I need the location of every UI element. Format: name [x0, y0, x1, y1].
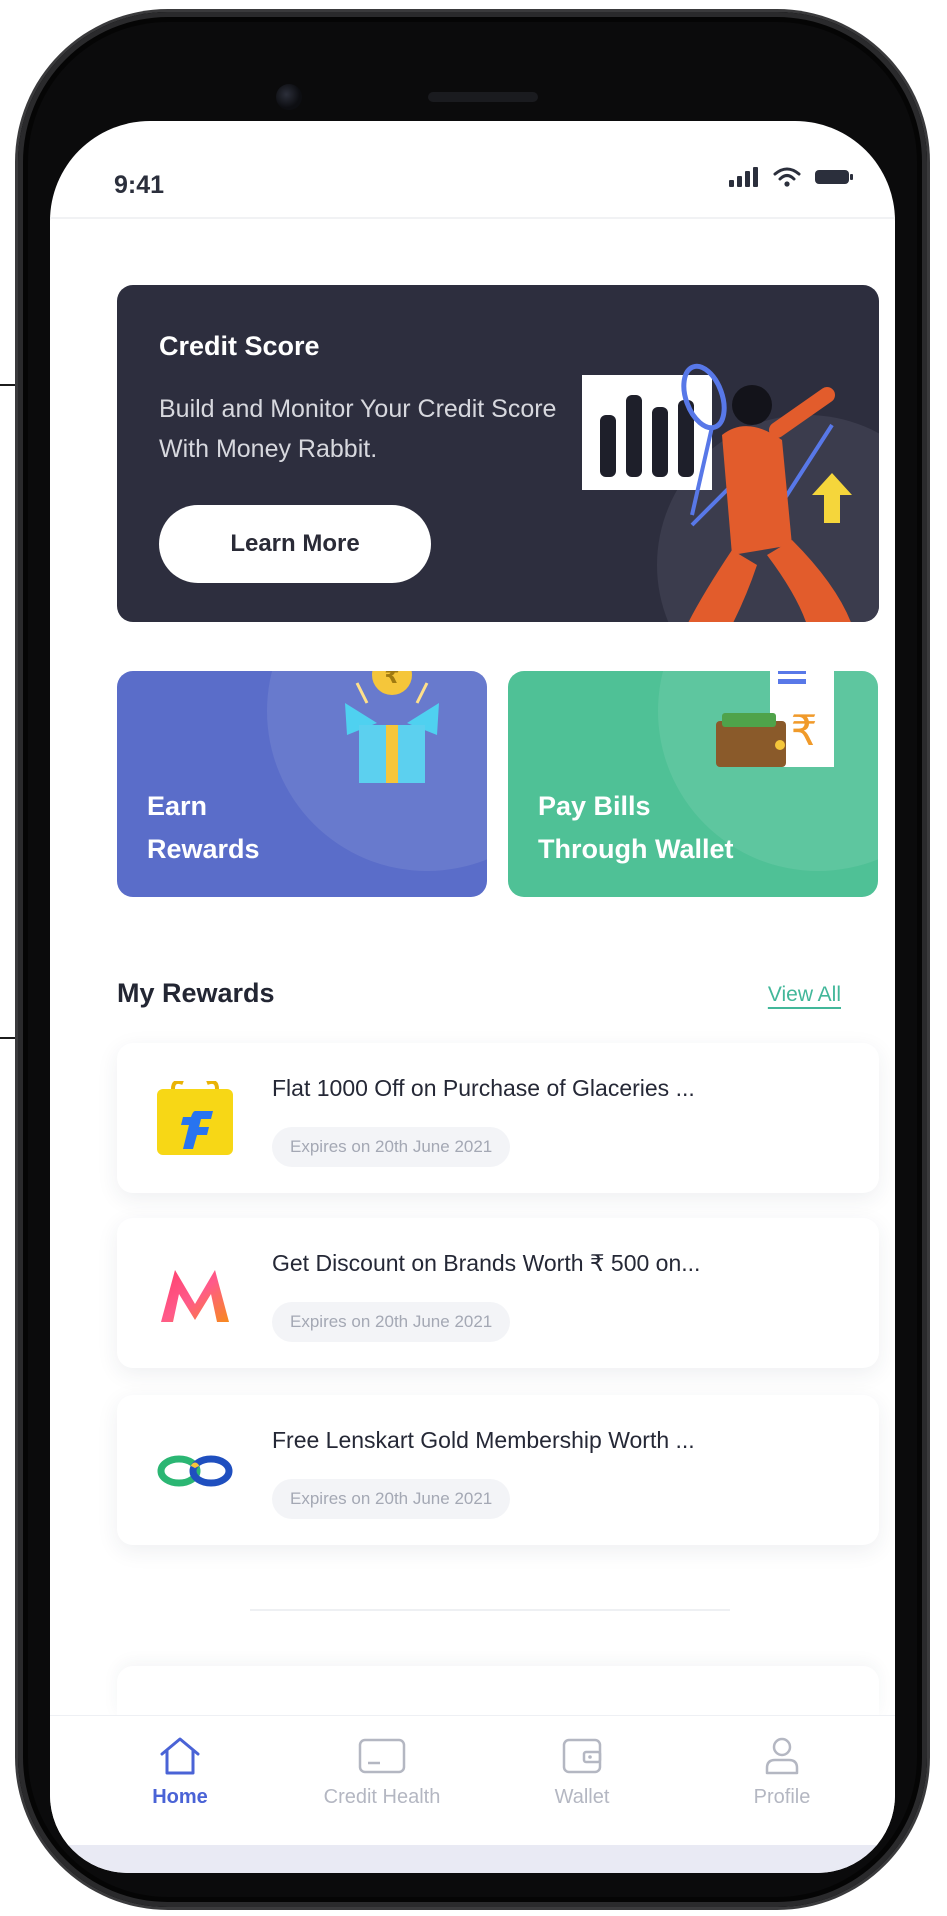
reward-item-myntra[interactable]: Get Discount on Brands Worth ₹ 500 on...… [117, 1218, 879, 1368]
credit-card-icon [358, 1738, 406, 1774]
user-icon [765, 1737, 799, 1775]
credit-growth-illustration-icon [582, 363, 852, 622]
credit-score-description: Build and Monitor Your Credit Score With… [159, 395, 557, 463]
myntra-logo-icon [161, 1270, 229, 1322]
status-icons [729, 167, 855, 187]
list-divider [250, 1609, 730, 1611]
nav-label-wallet: Wallet [554, 1786, 610, 1808]
app-screen: 9:41 Credit Score Build and Monitor Your… [50, 121, 895, 1873]
nav-item-credit-health[interactable]: Credit Health [282, 1736, 482, 1809]
wifi-icon [773, 167, 801, 187]
home-icon [160, 1737, 200, 1775]
flipkart-logo-icon [157, 1081, 233, 1155]
view-all-link[interactable]: View All [768, 983, 841, 1007]
battery-icon [815, 170, 853, 184]
status-time: 9:41 [114, 171, 165, 199]
gift-box-icon: ₹ [345, 671, 439, 783]
reward-expiry-badge: Expires on 20th June 2021 [272, 1302, 511, 1342]
earpiece-speaker [428, 92, 538, 102]
lenskart-logo-icon [157, 1455, 233, 1487]
svg-text:₹: ₹ [791, 706, 818, 755]
reward-title: Free Lenskart Gold Membership Worth ... [272, 1427, 695, 1453]
earn-rewards-card[interactable]: ₹ Earn Rewards [117, 671, 487, 897]
wallet-icon [562, 1738, 602, 1774]
bottom-navigation: Home Credit Health Wallet Profile [50, 1715, 895, 1846]
svg-text:₹: ₹ [384, 671, 399, 689]
nav-item-wallet[interactable]: Wallet [482, 1736, 682, 1809]
wallet-bill-icon: ₹ [716, 671, 834, 767]
nav-label-home: Home [152, 1786, 208, 1808]
signal-icon [729, 167, 758, 187]
nav-item-profile[interactable]: Profile [682, 1736, 882, 1809]
partial-card [117, 1666, 879, 1716]
credit-score-title: Credit Score [159, 331, 320, 361]
home-indicator-bar [50, 1845, 895, 1873]
reward-item-flipkart[interactable]: Flat 1000 Off on Purchase of Glaceries .… [117, 1043, 879, 1193]
status-divider [50, 217, 895, 219]
reward-title: Get Discount on Brands Worth ₹ 500 on... [272, 1250, 701, 1276]
front-camera [276, 84, 302, 110]
reward-expiry-badge: Expires on 20th June 2021 [272, 1479, 511, 1519]
earn-rewards-label: Earn Rewards [147, 791, 260, 864]
my-rewards-heading: My Rewards [117, 978, 275, 1008]
reward-item-lenskart[interactable]: Free Lenskart Gold Membership Worth ... … [117, 1395, 879, 1545]
pay-bills-label: Pay Bills Through Wallet [538, 791, 734, 864]
nav-label-credit-health: Credit Health [323, 1786, 441, 1808]
nav-item-home[interactable]: Home [80, 1736, 280, 1809]
learn-more-button[interactable]: Learn More [159, 505, 431, 583]
credit-score-card[interactable]: Credit Score Build and Monitor Your Cred… [117, 285, 879, 622]
pay-bills-card[interactable]: ₹ Pay Bills Through Wallet [508, 671, 878, 897]
reward-expiry-badge: Expires on 20th June 2021 [272, 1127, 511, 1167]
phone-frame: 9:41 Credit Score Build and Monitor Your… [18, 12, 927, 1907]
reward-title: Flat 1000 Off on Purchase of Glaceries .… [272, 1075, 695, 1101]
nav-label-profile: Profile [753, 1786, 811, 1808]
